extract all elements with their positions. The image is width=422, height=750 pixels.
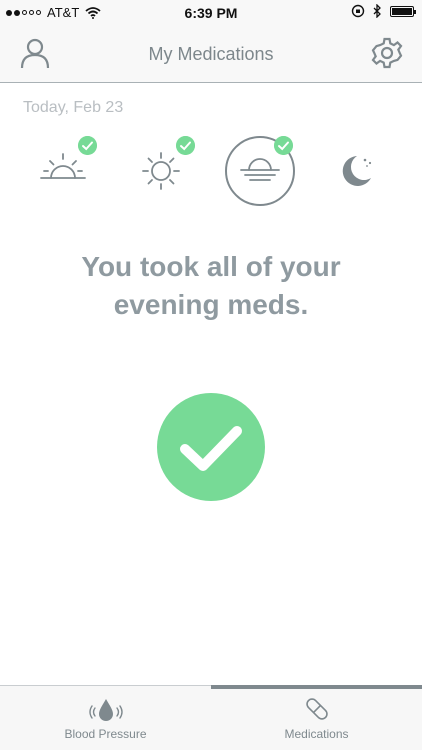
tab-label: Medications: [284, 727, 349, 741]
message-line-1: You took all of your: [81, 251, 341, 282]
time-slot-night[interactable]: [319, 132, 399, 212]
page-title: My Medications: [148, 44, 274, 64]
time-slot-evening[interactable]: [221, 132, 301, 212]
completed-check-icon: [78, 136, 97, 155]
time-slot-sunrise[interactable]: [23, 132, 103, 212]
completion-message: You took all of your evening meds.: [0, 248, 422, 324]
status-bar: AT&T 6:39 PM: [0, 0, 422, 26]
gear-icon[interactable]: [370, 36, 404, 70]
bluetooth-icon: [373, 4, 381, 18]
message-line-2: evening meds.: [113, 289, 309, 320]
tab-medications[interactable]: Medications: [211, 686, 422, 750]
navigation-bar: My Medications: [0, 26, 422, 83]
battery-icon: [390, 5, 416, 17]
tab-label: Blood Pressure: [64, 727, 147, 741]
date-label: Today, Feb 23: [23, 99, 124, 116]
blood-drop-icon: [89, 699, 123, 721]
tab-blood-pressure[interactable]: Blood Pressure: [0, 686, 211, 750]
moon-icon: [342, 156, 372, 186]
pill-icon: [306, 698, 328, 720]
completed-check-icon: [176, 136, 195, 155]
completed-check-icon: [274, 136, 293, 155]
success-check-icon: [157, 393, 265, 501]
tab-bar: Blood Pressure Medications: [0, 685, 422, 750]
time-slot-midday[interactable]: [121, 132, 201, 212]
rotation-lock-icon: [351, 4, 365, 18]
